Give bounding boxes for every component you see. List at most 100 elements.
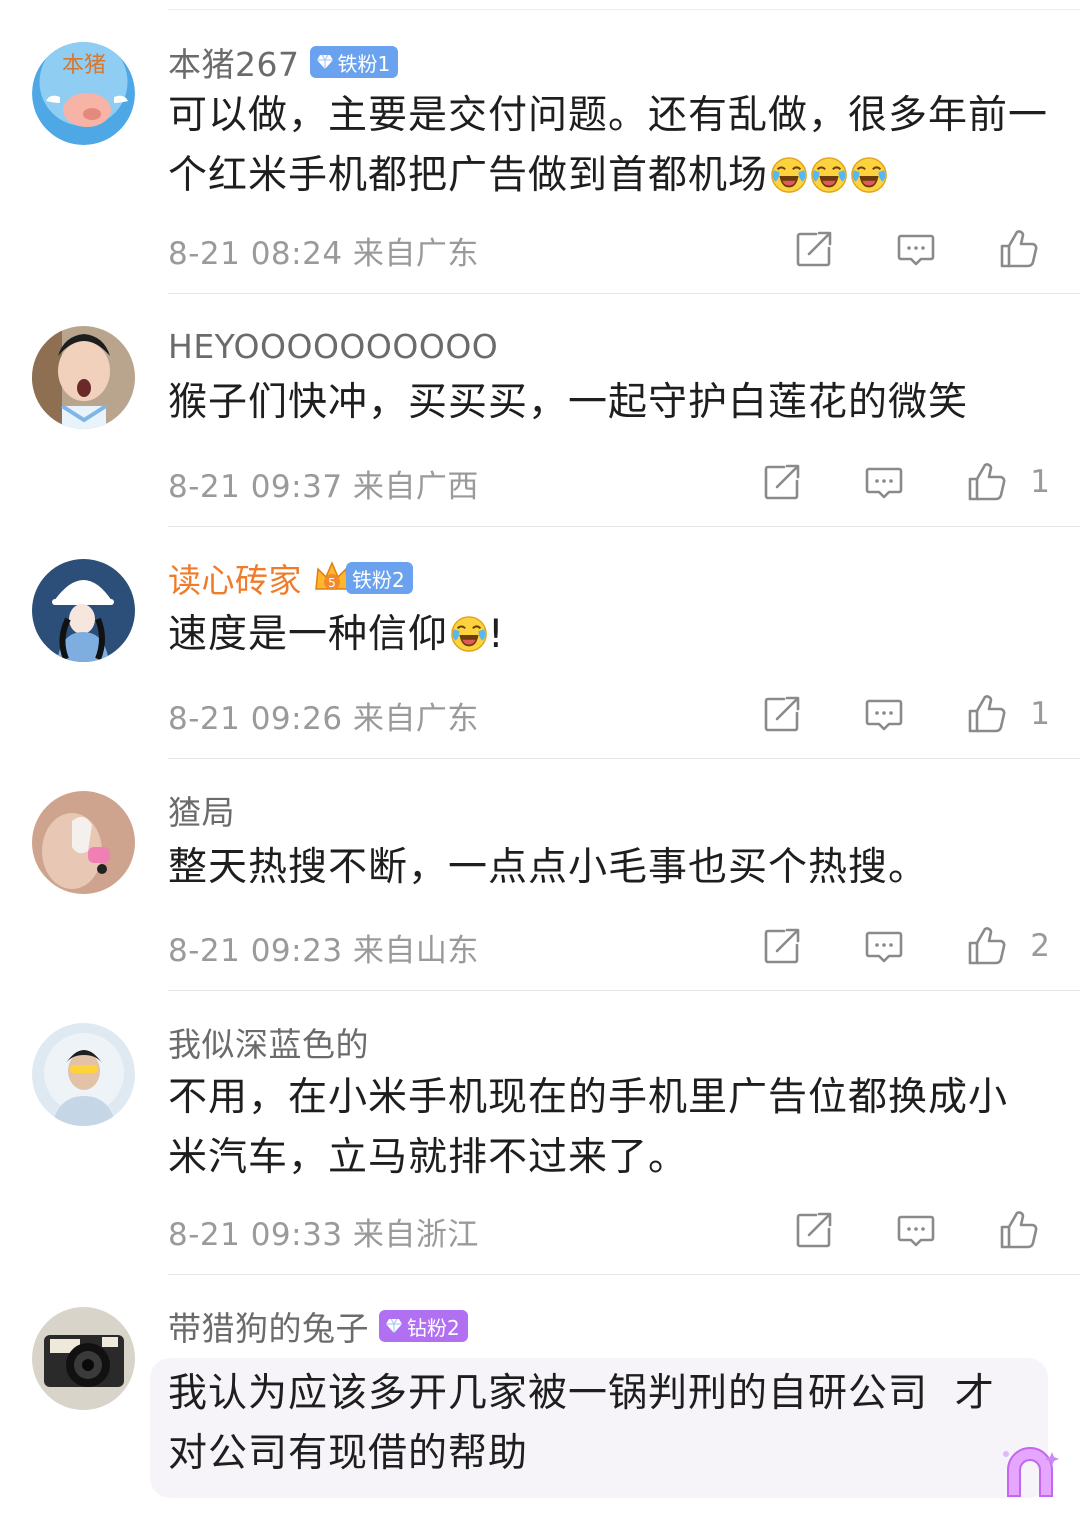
comment-meta: 8-21 09:26 来自广东 (168, 693, 479, 738)
comment-text: 速度是一种信仰! (168, 605, 1058, 665)
divider (168, 758, 1080, 759)
thumbs-up-icon (964, 924, 1008, 968)
avatar[interactable]: 本猪 (32, 42, 135, 145)
reply-button[interactable] (862, 692, 906, 736)
action-bar (792, 224, 1040, 274)
share-icon (760, 692, 804, 736)
action-bar (792, 1205, 1040, 1255)
like-button[interactable] (996, 227, 1040, 271)
divider (168, 526, 1080, 527)
location: 来自广西 (352, 469, 479, 505)
username[interactable]: 猹局 (168, 786, 235, 834)
sparkle-magnet-icon (1003, 1447, 1059, 1497)
laugh-cry-emoji-icon (450, 615, 488, 653)
fan-badge-group[interactable]: 铁粉2 (312, 559, 413, 597)
comment-line: 米汽车，立马就排不过来了。 (168, 1135, 689, 1180)
comment-text: 我认为应该多开几家被一锅判刑的自研公司 才 对公司有现借的帮助 (168, 1364, 1058, 1484)
share-icon (760, 460, 804, 504)
avatar[interactable] (32, 791, 135, 894)
reply-button[interactable] (862, 924, 906, 968)
avatar[interactable] (32, 326, 135, 429)
share-button[interactable] (760, 924, 804, 968)
comment-icon (894, 1208, 938, 1252)
comment-icon (894, 227, 938, 271)
name-row: 本猪267 铁粉1 (168, 38, 399, 86)
comment-line: 个红米手机都把广告做到首都机场 (168, 153, 769, 198)
name-row: 带猎狗的兔子 钻粉2 (168, 1304, 468, 1348)
comment-meta: 8-21 08:24 来自广东 (168, 228, 479, 273)
comment-text: 猴子们快冲，买买买，一起守护白莲花的微笑 (168, 373, 1058, 433)
thumbs-up-icon (964, 692, 1008, 736)
name-row: 我似深蓝色的 (168, 1020, 369, 1064)
share-icon (792, 1208, 836, 1252)
fan-badge[interactable]: 铁粉1 (309, 46, 399, 78)
divider (168, 990, 1080, 991)
timestamp: 8-21 09:37 (168, 469, 343, 505)
comment-line: 速度是一种信仰 (168, 612, 449, 657)
comment-line: 可以做，主要是交付问题。还有乱做，很多年前一 (168, 93, 1049, 138)
diamond-icon (316, 53, 334, 71)
thumbs-up-icon (964, 460, 1008, 504)
comment-text: 可以做，主要是交付问题。还有乱做，很多年前一 个红米手机都把广告做到首都机场 (168, 86, 1058, 206)
comment-icon (862, 924, 906, 968)
comment-text: 不用，在小米手机现在的手机里广告位都换成小 米汽车，立马就排不过来了。 (168, 1068, 1058, 1188)
like-button[interactable]: 2 (964, 924, 1050, 968)
username[interactable]: 本猪267 (168, 38, 300, 86)
laugh-cry-emoji-icon (850, 156, 888, 194)
divider (168, 293, 1080, 294)
thumbs-up-icon (996, 1208, 1040, 1252)
username[interactable]: 带猎狗的兔子 (168, 1302, 369, 1350)
laugh-cry-emoji-icon (810, 156, 848, 194)
name-row: HEYOOOOOOOOOO (168, 324, 498, 368)
timestamp: 8-21 08:24 (168, 236, 343, 272)
username[interactable]: HEYOOOOOOOOOO (168, 327, 498, 366)
fan-badge: 铁粉2 (346, 562, 413, 594)
share-icon (792, 227, 836, 271)
location: 来自广东 (352, 236, 479, 272)
comment-line: 猴子们快冲，买买买，一起守护白莲花的微笑 (168, 380, 969, 425)
badge-label: 钻粉2 (407, 1315, 460, 1340)
fan-badge[interactable]: 钻粉2 (379, 1310, 468, 1342)
like-button[interactable]: 1 (964, 460, 1050, 504)
badge-label: 铁粉1 (337, 51, 391, 76)
action-bar: 1 (760, 689, 1050, 739)
comment-meta: 8-21 09:23 来自山东 (168, 925, 479, 970)
comment-suffix: ! (488, 612, 505, 657)
location: 来自浙江 (352, 1217, 479, 1253)
share-button[interactable] (792, 227, 836, 271)
avatar[interactable] (32, 559, 135, 662)
like-count: 2 (1030, 928, 1050, 964)
reply-button[interactable] (894, 227, 938, 271)
comment-meta: 8-21 09:33 来自浙江 (168, 1209, 479, 1254)
comment-icon (862, 692, 906, 736)
divider (168, 1274, 1080, 1275)
like-button[interactable]: 1 (964, 692, 1050, 736)
location: 来自广东 (352, 701, 479, 737)
timestamp: 8-21 09:33 (168, 1217, 343, 1253)
comment-meta: 8-21 09:37 来自广西 (168, 461, 479, 506)
reply-button[interactable] (862, 460, 906, 504)
comment-line: 不用，在小米手机现在的手机里广告位都换成小 (168, 1075, 1009, 1120)
comment-icon (862, 460, 906, 504)
like-count: 1 (1030, 464, 1050, 500)
share-button[interactable] (792, 1208, 836, 1252)
comment-line: 对公司有现借的帮助 (168, 1431, 529, 1476)
share-button[interactable] (760, 460, 804, 504)
laugh-cry-emoji-icon (770, 156, 808, 194)
diamond-icon (385, 1317, 403, 1335)
action-bar: 1 (760, 457, 1050, 507)
svg-text:本猪: 本猪 (62, 53, 106, 78)
timestamp: 8-21 09:26 (168, 701, 343, 737)
avatar[interactable] (32, 1307, 135, 1410)
username[interactable]: 我似深蓝色的 (168, 1018, 369, 1066)
avatar[interactable] (32, 1023, 135, 1126)
thumbs-up-icon (996, 227, 1040, 271)
comment-line: 我认为应该多开几家被一锅判刑的自研公司 才 (168, 1371, 995, 1416)
reply-button[interactable] (894, 1208, 938, 1252)
like-button[interactable] (996, 1208, 1040, 1252)
comment-line-with-emoji: 个红米手机都把广告做到首都机场 (168, 146, 1058, 206)
share-button[interactable] (760, 692, 804, 736)
badge-label: 铁粉2 (352, 567, 405, 592)
username[interactable]: 读心砖家 (168, 554, 302, 602)
comment-line-with-emoji: 速度是一种信仰! (168, 605, 1058, 665)
